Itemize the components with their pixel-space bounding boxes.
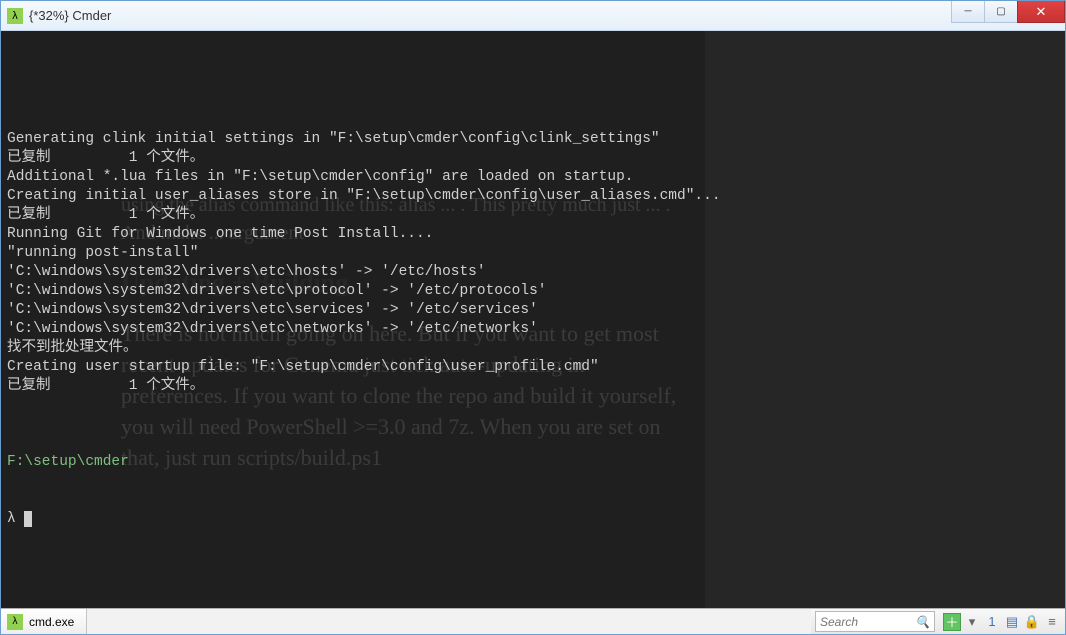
terminal-line: 已复制 1 个文件。: [7, 149, 1059, 168]
dropdown-button[interactable]: ▾: [963, 613, 981, 631]
window-title: {*32%} Cmder: [29, 8, 1065, 23]
cursor: [24, 511, 32, 527]
tab-label: cmd.exe: [29, 615, 74, 629]
app-icon: λ: [7, 8, 23, 24]
console-tab[interactable]: λ cmd.exe: [1, 609, 87, 634]
terminal-line: 已复制 1 个文件。: [7, 377, 1059, 396]
titlebar[interactable]: λ {*32%} Cmder ─ ▢ ✕: [1, 1, 1065, 31]
bg-nav-item: CD 驱动器 (I:): [715, 600, 1055, 608]
window-controls: ─ ▢ ✕: [952, 1, 1065, 23]
console-count[interactable]: 1: [983, 613, 1001, 631]
close-button[interactable]: ✕: [1017, 1, 1065, 23]
terminal-line: 'C:\windows\system32\drivers\etc\hosts' …: [7, 263, 1059, 282]
search-box[interactable]: 🔍: [815, 611, 935, 632]
minimize-button[interactable]: ─: [951, 1, 985, 23]
bg-file-item: config: [947, 62, 1057, 81]
lock-icon[interactable]: 🔒: [1023, 613, 1041, 631]
prompt-symbol: λ: [7, 511, 16, 527]
terminal-line: Creating initial user_aliases store in "…: [7, 187, 1059, 206]
search-icon[interactable]: 🔍: [915, 615, 930, 629]
terminal-line: 找不到批处理文件。: [7, 339, 1059, 358]
terminal-line: 'C:\windows\system32\drivers\etc\network…: [7, 320, 1059, 339]
search-input[interactable]: [820, 615, 900, 629]
terminal-line: 'C:\windows\system32\drivers\etc\protoco…: [7, 282, 1059, 301]
status-spacer: [87, 609, 811, 634]
terminal-area[interactable]: using the alias command like this: alias…: [1, 31, 1065, 608]
terminal-output: Generating clink initial settings in "F:…: [7, 92, 1059, 567]
statusbar: λ cmd.exe 🔍 ＋ ▾ 1 ▤ 🔒 ≡: [1, 608, 1065, 634]
terminal-line: 'C:\windows\system32\drivers\etc\service…: [7, 301, 1059, 320]
menu-button[interactable]: ≡: [1043, 613, 1061, 631]
terminal-line: "running post-install": [7, 244, 1059, 263]
status-icons: ＋ ▾ 1 ▤ 🔒 ≡: [939, 609, 1065, 634]
terminal-line: 已复制 1 个文件。: [7, 206, 1059, 225]
terminal-line: Running Git for Windows one time Post In…: [7, 225, 1059, 244]
tab-icon: λ: [7, 614, 23, 630]
terminal-line: Creating user startup file: "F:\setup\cm…: [7, 358, 1059, 377]
tile-button[interactable]: ▤: [1003, 613, 1021, 631]
maximize-button[interactable]: ▢: [984, 1, 1018, 23]
cmder-window: λ {*32%} Cmder ─ ▢ ✕ using the alias com…: [0, 0, 1066, 635]
bg-file-item: bin: [947, 37, 1057, 56]
prompt-path: F:\setup\cmder: [7, 454, 129, 470]
terminal-line: Additional *.lua files in "F:\setup\cmde…: [7, 168, 1059, 187]
terminal-line: [7, 396, 1059, 415]
bg-nav-item: 本地磁盘 (G:): [715, 575, 1055, 594]
new-console-button[interactable]: ＋: [943, 613, 961, 631]
terminal-line: Generating clink initial settings in "F:…: [7, 130, 1059, 149]
